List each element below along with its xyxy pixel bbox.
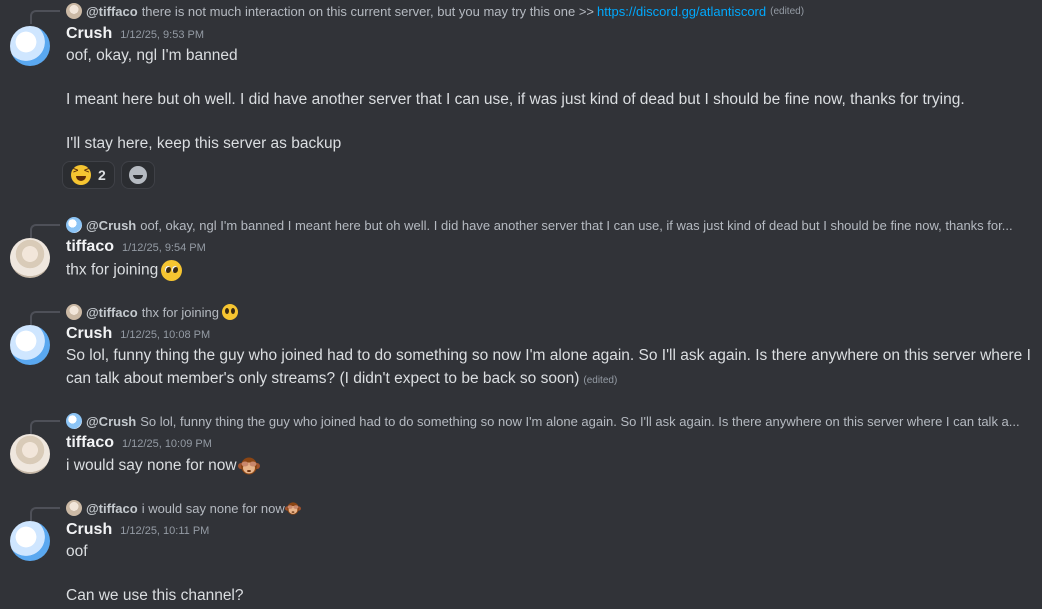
reply-spine (30, 224, 60, 238)
reply-spine (30, 10, 60, 24)
pleading-face-emoji-icon (222, 304, 239, 320)
reply-author[interactable]: @Crush (86, 414, 136, 429)
reply-author[interactable]: @Crush (86, 218, 136, 233)
message-header: Crush 1/12/25, 10:11 PM (66, 521, 209, 539)
reaction-laughing[interactable]: 2 (62, 161, 115, 189)
reply-spine (30, 311, 60, 325)
reply-author[interactable]: @tiffaco (86, 305, 138, 320)
message-header: Crush 1/12/25, 9:53 PM (66, 25, 204, 43)
timestamp[interactable]: 1/12/25, 9:54 PM (122, 242, 206, 254)
see-no-evil-monkey-emoji-icon (285, 501, 301, 516)
message-group[interactable]: @Crush So lol, funny thing the guy who j… (0, 410, 1042, 484)
message-text: So lol, funny thing the guy who joined h… (66, 347, 1031, 364)
reply-avatar (66, 304, 82, 320)
edited-label: (edited) (770, 5, 805, 17)
message-text: I meant here but oh well. I did have ano… (66, 91, 965, 108)
author-name[interactable]: Crush (66, 25, 112, 43)
reply-preview[interactable]: @tiffaco there is not much interaction o… (66, 2, 1036, 20)
avatar[interactable] (10, 325, 50, 365)
reaction-count: 2 (98, 167, 106, 183)
reply-link[interactable]: https://discord.gg/atlantiscord (597, 4, 766, 19)
see-no-evil-monkey-emoji-icon (238, 456, 260, 476)
avatar[interactable] (10, 26, 50, 66)
reply-text[interactable]: there is not much interaction on this cu… (142, 4, 594, 19)
message-text: I'll stay here, keep this server as back… (66, 135, 342, 152)
reply-preview[interactable]: @tiffaco i would say none for now (66, 499, 1036, 517)
laughing-squint-emoji-icon (71, 165, 91, 185)
message-group[interactable]: @Crush oof, okay, ngl I'm banned I meant… (0, 214, 1042, 288)
message-text-content: thx for joining (66, 261, 159, 279)
message-header: tiffaco 1/12/25, 9:54 PM (66, 238, 206, 256)
timestamp[interactable]: 1/12/25, 10:08 PM (120, 329, 210, 341)
reply-spine (30, 507, 60, 521)
reaction-bar: 2 (62, 161, 155, 189)
reply-author[interactable]: @tiffaco (86, 4, 138, 19)
reply-text[interactable]: i would say none for now (142, 501, 285, 516)
timestamp[interactable]: 1/12/25, 9:53 PM (120, 29, 204, 41)
message-text: Can we use this channel? (66, 587, 244, 604)
author-name[interactable]: Crush (66, 325, 112, 343)
message-text: oof (66, 543, 88, 560)
reply-preview[interactable]: @tiffaco thx for joining (66, 303, 1036, 321)
avatar[interactable] (10, 238, 50, 278)
message-group[interactable]: @tiffaco there is not much interaction o… (0, 0, 1042, 192)
reply-avatar (66, 413, 82, 429)
reply-avatar (66, 500, 82, 516)
chat-message-list: @tiffaco there is not much interaction o… (0, 0, 1042, 609)
add-reaction-icon (128, 166, 147, 184)
timestamp[interactable]: 1/12/25, 10:11 PM (120, 525, 209, 537)
message-text-content: can talk about member's only streams? (I… (66, 370, 580, 387)
reply-spine (30, 420, 60, 434)
message-header: Crush 1/12/25, 10:08 PM (66, 325, 210, 343)
message-text: i would say none for now (66, 456, 260, 476)
reply-text[interactable]: So lol, funny thing the guy who joined h… (140, 414, 1019, 429)
message-text: thx for joining (66, 260, 183, 281)
author-name[interactable]: tiffaco (66, 238, 114, 256)
reply-author[interactable]: @tiffaco (86, 501, 138, 516)
timestamp[interactable]: 1/12/25, 10:09 PM (122, 438, 212, 450)
author-name[interactable]: Crush (66, 521, 112, 539)
reply-avatar (66, 3, 82, 19)
message-text: oof, okay, ngl I'm banned (66, 47, 238, 64)
author-name[interactable]: tiffaco (66, 434, 114, 452)
message-group[interactable]: @tiffaco i would say none for now Crush … (0, 497, 1042, 609)
reply-text[interactable]: thx for joining (142, 305, 219, 320)
edited-label: (edited) (583, 375, 618, 386)
reply-avatar (66, 217, 82, 233)
pleading-face-emoji-icon (161, 260, 183, 281)
avatar[interactable] (10, 434, 50, 474)
add-reaction-button[interactable] (120, 161, 155, 189)
message-group[interactable]: @tiffaco thx for joining Crush 1/12/25, … (0, 301, 1042, 391)
avatar[interactable] (10, 521, 50, 561)
reply-preview[interactable]: @Crush oof, okay, ngl I'm banned I meant… (66, 216, 1036, 234)
message-text-content: i would say none for now (66, 457, 237, 475)
message-header: tiffaco 1/12/25, 10:09 PM (66, 434, 212, 452)
reply-text[interactable]: oof, okay, ngl I'm banned I meant here b… (140, 218, 1012, 233)
reply-preview[interactable]: @Crush So lol, funny thing the guy who j… (66, 412, 1036, 430)
message-text: can talk about member's only streams? (I… (66, 370, 617, 388)
